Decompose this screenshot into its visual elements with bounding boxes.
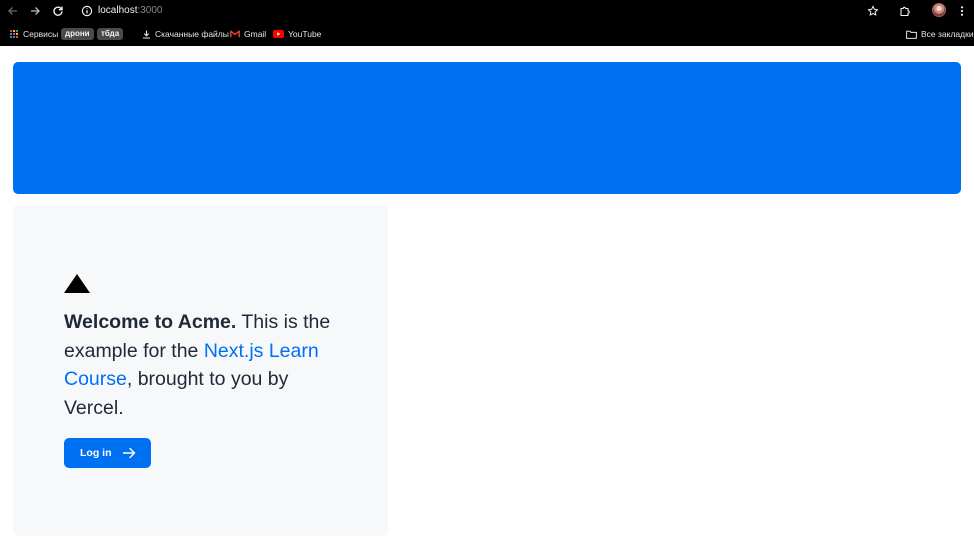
- reload-icon[interactable]: [50, 3, 66, 19]
- hero-banner: [13, 62, 961, 194]
- gmail-icon: [230, 30, 240, 38]
- extensions-puzzle-icon[interactable]: [897, 3, 913, 19]
- youtube-icon: [273, 30, 284, 38]
- bookmark-chip-droni[interactable]: дрони: [61, 28, 94, 40]
- bookmarks-bar: Сервисы дрони тбда Скачанные файлы Gmail…: [0, 26, 974, 42]
- site-info-icon[interactable]: [79, 3, 95, 19]
- welcome-text: Welcome to Acme. This is the example for…: [64, 308, 344, 423]
- url-port: :3000: [137, 5, 163, 16]
- address-bar[interactable]: localhost:3000: [98, 4, 163, 17]
- bookmark-star-icon[interactable]: [865, 3, 881, 19]
- login-button[interactable]: Log in: [64, 438, 151, 468]
- bookmark-downloads[interactable]: Скачанные файлы: [142, 26, 229, 42]
- bookmark-gmail-label: Gmail: [244, 29, 267, 39]
- bookmark-gmail[interactable]: Gmail: [230, 26, 266, 42]
- kebab-menu-icon[interactable]: [954, 3, 970, 19]
- url-host: localhost: [98, 5, 138, 16]
- browser-toolbar: localhost:3000: [0, 0, 974, 22]
- all-bookmarks[interactable]: Все закладки: [906, 26, 974, 42]
- bookmark-youtube-label: YouTube: [288, 29, 322, 39]
- bookmark-downloads-label: Скачанные файлы: [155, 29, 229, 39]
- bookmark-apps-label: Сервисы: [23, 29, 59, 39]
- bookmark-apps[interactable]: Сервисы: [10, 26, 58, 42]
- triangle-logo-icon: [64, 274, 90, 293]
- bookmark-chip-tbda[interactable]: тбда: [97, 28, 124, 40]
- bookmark-youtube[interactable]: YouTube: [273, 26, 321, 42]
- folder-icon: [906, 30, 917, 39]
- profile-avatar[interactable]: [932, 3, 946, 17]
- arrow-right-icon: [122, 447, 136, 459]
- all-bookmarks-label: Все закладки: [921, 29, 974, 39]
- back-arrow-icon[interactable]: [5, 3, 21, 19]
- browser-chrome: localhost:3000 Сервисы дрони тбда Скачан…: [0, 0, 974, 46]
- forward-arrow-icon[interactable]: [27, 3, 43, 19]
- download-icon: [143, 30, 150, 39]
- welcome-heading: Welcome to Acme.: [64, 311, 237, 333]
- welcome-panel: Welcome to Acme. This is the example for…: [13, 205, 388, 536]
- login-button-label: Log in: [80, 447, 112, 459]
- apps-grid-icon: [10, 29, 19, 39]
